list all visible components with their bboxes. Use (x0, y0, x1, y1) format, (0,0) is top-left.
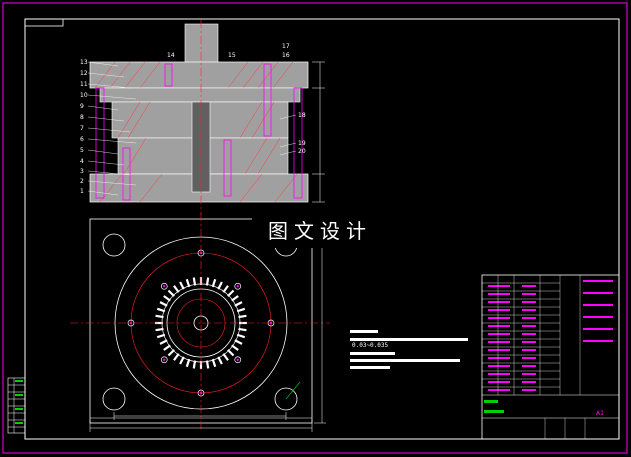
parts-row-name (488, 381, 510, 383)
parts-row-material (522, 381, 536, 383)
parts-note (583, 280, 613, 282)
balloon-right-18: 18 (298, 112, 306, 119)
parts-row-material (522, 349, 536, 351)
parts-row-name (488, 357, 510, 359)
parts-row-material (522, 357, 536, 359)
parts-row-material (522, 341, 536, 343)
technical-notes: 0.03~0.035 (350, 330, 468, 369)
parts-row-material (522, 365, 536, 367)
balloon-left-4: 4 (80, 158, 84, 165)
watermark-text: 图文设计 (252, 214, 388, 248)
corner-hole-tl (102, 233, 126, 257)
bolt-hole-center (236, 285, 239, 288)
parts-row-name (488, 293, 510, 295)
balloon-left-8: 8 (80, 114, 84, 121)
parts-row-material (522, 373, 536, 375)
parts-row-material (522, 301, 536, 303)
left-margin-table (7, 377, 26, 434)
title-mark (484, 410, 504, 413)
balloon-right-19: 19 (298, 140, 306, 147)
balloon-left-12: 12 (80, 70, 88, 77)
bolt-hole-center (163, 358, 166, 361)
parts-row-material (522, 389, 536, 391)
parts-row-name (488, 373, 510, 375)
parts-row-material (522, 317, 536, 319)
leader-note (285, 381, 301, 400)
balloon-left-10: 10 (80, 92, 88, 99)
balloon-right-20: 20 (298, 148, 306, 155)
height-dimension (312, 61, 325, 203)
section-view (89, 20, 325, 215)
corner-hole-bl (102, 387, 126, 411)
title-mark (484, 400, 498, 403)
parts-row-name (488, 333, 510, 335)
parts-note (583, 292, 613, 294)
title-block: A1 (481, 274, 620, 440)
tech-note-1: 0.03~0.035 (352, 342, 389, 349)
parts-row-name (488, 285, 510, 287)
parts-row-material (522, 325, 536, 327)
parts-note (583, 316, 613, 318)
parts-row-material (522, 293, 536, 295)
balloon-left-3: 3 (80, 168, 84, 175)
parts-row-name (488, 365, 510, 367)
plan-height-dimension (314, 218, 326, 424)
parts-row-name (488, 325, 510, 327)
parts-note (583, 328, 613, 330)
parts-row-material (522, 333, 536, 335)
parts-row-name (488, 309, 510, 311)
balloon-left-1: 1 (80, 188, 84, 195)
balloon-left-2: 2 (80, 178, 84, 185)
balloon-top-17: 17 (282, 43, 290, 50)
parts-note (583, 304, 613, 306)
parts-row-name (488, 341, 510, 343)
sheet-size: A1 (596, 410, 604, 417)
punch-plate (99, 87, 301, 103)
parts-row-material (522, 285, 536, 287)
leader-left-5 (87, 149, 119, 155)
parts-row-name (488, 349, 510, 351)
balloon-left-7: 7 (80, 125, 84, 132)
bolt-hole-center (269, 321, 273, 325)
punch (191, 101, 211, 193)
parts-row-name (488, 317, 510, 319)
top-left-label-box (24, 18, 64, 27)
balloon-left-6: 6 (80, 136, 84, 143)
bolt-hole-center (163, 285, 166, 288)
balloon-top-14: 14 (167, 52, 175, 59)
parts-note (583, 340, 613, 342)
balloon-left-11: 11 (80, 81, 88, 88)
bolt-hole-center (236, 358, 239, 361)
parts-row-name (488, 301, 510, 303)
balloon-left-9: 9 (80, 103, 84, 110)
balloon-left-13: 13 (80, 59, 88, 66)
balloon-left-5: 5 (80, 147, 84, 154)
balloon-top-15: 15 (228, 52, 236, 59)
balloon-top-16: 16 (282, 52, 290, 59)
parts-row-material (522, 309, 536, 311)
parts-row-name (488, 389, 510, 391)
